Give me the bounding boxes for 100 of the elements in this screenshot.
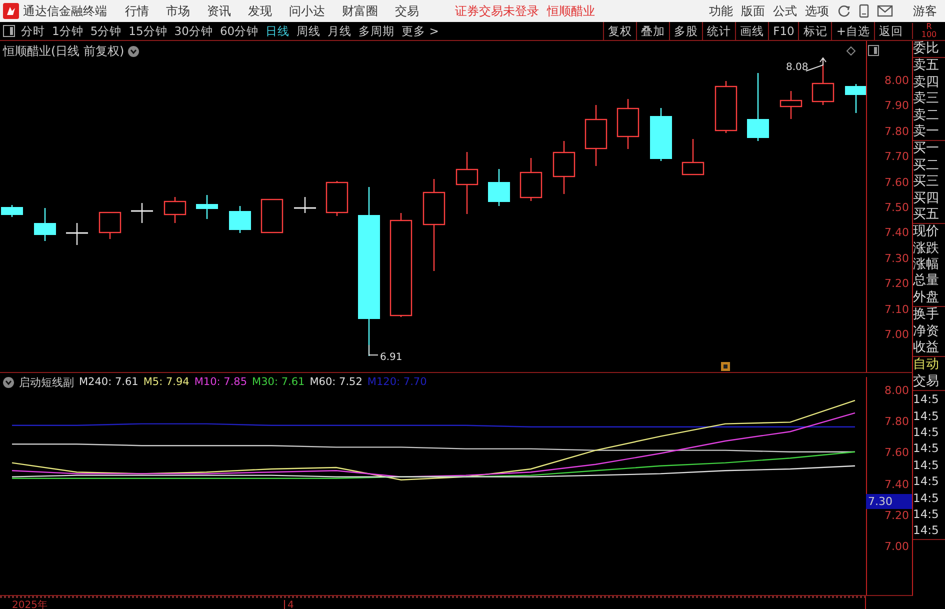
quote-label: 卖二 [913, 108, 940, 124]
quote-label: 换手 [913, 307, 940, 324]
period-tab[interactable]: 多周期 [358, 24, 395, 38]
menu-item[interactable]: 交易 [395, 2, 419, 20]
quote-label: 卖一 [913, 124, 940, 140]
menu-item[interactable]: 功能 [709, 2, 733, 20]
candlestick [616, 99, 640, 149]
quote-label: 14:5 [913, 408, 940, 424]
menu-item[interactable]: 资讯 [207, 2, 231, 20]
candlestick [98, 211, 122, 239]
period-tab[interactable]: 月线 [328, 24, 352, 38]
quote-label: 买一 [913, 141, 940, 158]
diamond-icon[interactable] [846, 46, 856, 56]
quote-label: 买二 [913, 158, 940, 174]
indicator-value: M120: 7.70 [367, 376, 427, 388]
pointer-arrow [806, 57, 826, 72]
high-price-label: 8.08 [786, 62, 808, 73]
notice-text: 恒顺醋业 [547, 2, 595, 20]
quote-label: 买三 [913, 174, 940, 191]
quote-label: 14:5 [913, 440, 940, 457]
candlestick [845, 84, 866, 113]
toolbar-button[interactable]: 画线 [735, 22, 768, 40]
candlestick [552, 141, 576, 194]
quote-label: 委比 [913, 41, 940, 58]
axis-tick-label: 7.40 [884, 225, 909, 242]
axis-tick-label: 8.00 [884, 383, 909, 400]
toolbar-button[interactable]: 统计 [702, 22, 736, 40]
low-price-label: 6.91 [380, 352, 402, 363]
menu-item[interactable]: 财富圈 [342, 2, 378, 20]
axis-tick-label: 7.10 [884, 302, 909, 318]
quote-label: 买四 [913, 190, 940, 207]
quote-label: 净资 [913, 324, 940, 340]
candlestick [584, 105, 608, 166]
axis-tick-label: 7.00 [884, 326, 909, 343]
user-label[interactable]: 游客 [913, 2, 937, 20]
app-title: 通达信金融终端 [23, 2, 107, 20]
indicator-value: M30: 7.61 [252, 376, 305, 388]
chevron-icon[interactable] [3, 376, 14, 388]
toolbar-button[interactable]: 标记 [798, 22, 832, 40]
menu-item[interactable]: 版面 [741, 2, 765, 20]
menu-item[interactable]: 行情 [125, 2, 149, 20]
panel-toggle-icon[interactable] [868, 45, 879, 56]
quote-label: 外盘 [913, 290, 940, 306]
axis-tick-label: 7.30 [884, 250, 909, 267]
chevron-icon[interactable] [128, 46, 140, 57]
indicator-value: M240: 7.61 [79, 376, 138, 388]
mail-icon[interactable] [877, 5, 893, 17]
candlestick [714, 81, 738, 133]
menu-item[interactable]: 发现 [248, 2, 272, 20]
quote-label: 14:5 [913, 456, 940, 474]
candlestick [229, 206, 251, 233]
menu-item[interactable]: 选项 [805, 2, 829, 20]
current-value-label: 7.30 [866, 494, 912, 509]
quote-label: 交易 [913, 374, 940, 390]
candlestick [682, 139, 704, 176]
quote-label: 收益 [913, 340, 940, 356]
period-tab[interactable]: 1分钟 [52, 24, 84, 38]
axis-tick-label: 8.00 [884, 73, 909, 89]
axis-tick-label: 7.90 [884, 98, 909, 114]
quote-label: 卖三 [913, 91, 940, 108]
refresh-icon[interactable] [837, 4, 851, 18]
quote-label: 涨幅 [913, 257, 940, 274]
toolbar-button[interactable]: 叠加 [636, 22, 670, 40]
corner-label: R [926, 23, 932, 31]
candlestick [34, 208, 56, 241]
toolbar-button[interactable]: +自选 [831, 22, 874, 40]
period-tab[interactable]: 5分钟 [90, 24, 122, 38]
axis-tick-label: 7.00 [884, 539, 909, 556]
phone-icon[interactable] [859, 4, 869, 18]
axis-tick-label: 7.70 [884, 149, 909, 166]
menu-item[interactable]: 问小达 [289, 2, 325, 20]
marker-icon[interactable] [721, 362, 730, 371]
period-tab[interactable]: 周线 [296, 24, 321, 38]
quote-label: 14:5 [913, 391, 940, 408]
menu-item[interactable]: 市场 [166, 2, 190, 20]
period-tab[interactable]: 更多 > [402, 24, 439, 38]
quote-label: 现价 [913, 224, 940, 241]
period-tab[interactable]: 日线 [266, 24, 290, 38]
indicator-value: M5: 7.94 [143, 376, 190, 388]
panel-toggle-icon[interactable] [3, 25, 15, 37]
quote-label: 卖五 [913, 58, 940, 75]
app-logo-icon [3, 3, 19, 19]
axis-tick-label: 7.40 [884, 476, 909, 493]
axis-tick-label: 7.20 [884, 276, 909, 292]
axis-tick-label: 7.80 [884, 414, 909, 430]
period-tab[interactable]: 60分钟 [220, 24, 259, 38]
toolbar-button[interactable]: F10 [768, 22, 798, 40]
toolbar-button[interactable]: 复权 [603, 22, 636, 40]
quote-label: 14:5 [913, 522, 940, 539]
toolbar-button[interactable]: 多股 [669, 22, 702, 40]
candlestick [1, 205, 23, 217]
axis-tick-label: 7.50 [884, 200, 909, 216]
quote-label: 14:5 [913, 490, 940, 506]
period-tab[interactable]: 30分钟 [174, 24, 213, 38]
menu-item[interactable]: 公式 [773, 2, 797, 20]
period-tab[interactable]: 分时 [21, 24, 45, 38]
quote-label: 14:5 [913, 473, 940, 490]
period-tab[interactable]: 15分钟 [128, 24, 168, 38]
axis-tick-label: 7.20 [884, 508, 909, 524]
toolbar-button[interactable]: 返回 [874, 22, 907, 40]
